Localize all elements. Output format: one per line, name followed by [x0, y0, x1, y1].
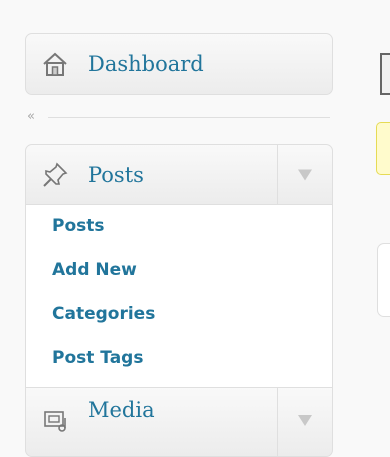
notice-box: [376, 122, 390, 175]
screen-icon: [380, 53, 390, 95]
media-icon: [44, 411, 66, 432]
pushpin-icon: [43, 162, 68, 187]
posts-submenu: Posts Add New Categories Post Tags: [25, 205, 333, 387]
submenu-item-categories[interactable]: Categories: [52, 304, 155, 324]
menu-item-label: Dashboard: [88, 52, 204, 76]
toggle-submenu-button[interactable]: [277, 145, 332, 204]
submenu-item-post-tags[interactable]: Post Tags: [52, 348, 143, 368]
menu-item-posts[interactable]: Posts: [25, 144, 333, 205]
collapse-menu-button[interactable]: «: [27, 110, 35, 124]
chevron-down-icon: [298, 415, 312, 426]
divider: [48, 117, 330, 118]
submenu-item-add-new[interactable]: Add New: [52, 260, 137, 280]
menu-item-label: Media: [88, 398, 155, 422]
home-icon: [43, 52, 67, 76]
menu-item-media[interactable]: Media: [25, 387, 333, 457]
chevron-down-icon: [298, 169, 312, 180]
toggle-submenu-button[interactable]: [277, 388, 332, 456]
content-box: [377, 243, 390, 317]
menu-item-label: Posts: [88, 162, 144, 187]
menu-item-dashboard[interactable]: Dashboard: [25, 33, 333, 95]
submenu-item-posts[interactable]: Posts: [52, 216, 105, 236]
